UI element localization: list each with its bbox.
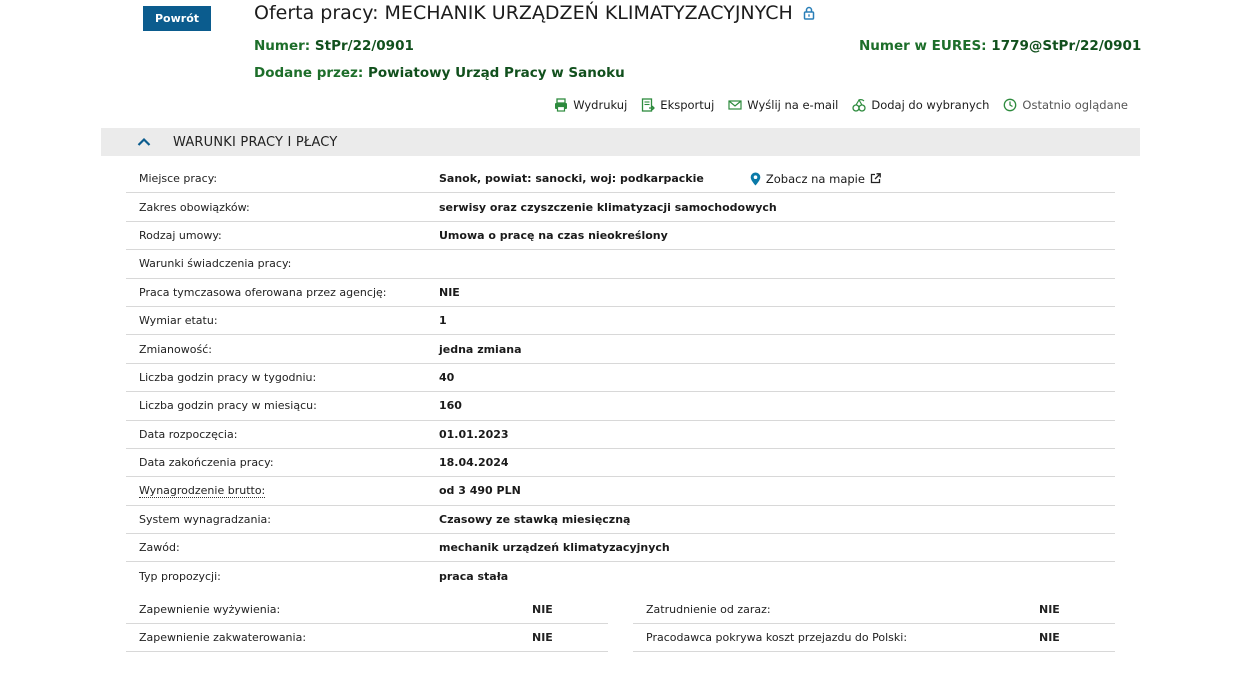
- housing-label: Zapewnienie zakwaterowania:: [139, 631, 307, 644]
- eures-number: Numer w EURES: 1779@StPr/22/0901: [859, 38, 1141, 54]
- row-value: od 3 490 PLN: [439, 484, 521, 498]
- eures-number-key: Numer w EURES:: [859, 38, 987, 54]
- row-value: 01.01.2023: [439, 427, 509, 441]
- salary-label[interactable]: Wynagrodzenie brutto:: [126, 484, 439, 499]
- back-button[interactable]: Powrót: [143, 6, 211, 31]
- recently-viewed-button[interactable]: Ostatnio oglądane: [1003, 98, 1128, 112]
- table-row: Liczba godzin pracy w miesiącu: 160: [126, 392, 1115, 421]
- table-row: System wynagradzania: Czasowy ze stawką …: [126, 506, 1115, 535]
- table-row: Wymiar etatu: 1: [126, 307, 1115, 336]
- email-button[interactable]: Wyślij na e-mail: [728, 98, 838, 112]
- row-label: Zakres obowiązków:: [139, 200, 250, 214]
- section-title: WARUNKI PRACY I PŁACY: [173, 134, 338, 150]
- immediate-label: Zatrudnienie od zaraz:: [646, 603, 771, 616]
- row-value: Umowa o pracę na czas nieokreślony: [439, 228, 668, 242]
- row-value: serwisy oraz czyszczenie klimatyzacji sa…: [439, 200, 777, 214]
- row-label: Liczba godzin pracy w miesiącu:: [139, 399, 317, 413]
- print-button[interactable]: Wydrukuj: [554, 98, 627, 112]
- offer-number-value: StPr/22/0901: [314, 38, 414, 54]
- travel-row: Pracodawca pokrywa koszt przejazdu do Po…: [633, 624, 1115, 652]
- recently-viewed-label: Ostatnio oglądane: [1022, 98, 1128, 112]
- row-value: Czasowy ze stawką miesięczną: [439, 512, 631, 526]
- travel-label: Pracodawca pokrywa koszt przejazdu do Po…: [646, 631, 908, 644]
- offer-number-key: Numer:: [254, 38, 311, 54]
- immediate-row: Zatrudnienie od zaraz: NIE: [633, 596, 1115, 624]
- immediate-value: NIE: [1039, 603, 1060, 616]
- added-by-key: Dodane przez:: [254, 65, 364, 81]
- chevron-up-icon: [137, 137, 151, 146]
- row-label: Data zakończenia pracy:: [139, 456, 274, 470]
- external-link-icon: [870, 173, 881, 184]
- row-value: NIE: [439, 285, 460, 299]
- table-row: Data rozpoczęcia: 01.01.2023: [126, 421, 1115, 449]
- table-row: Wynagrodzenie brutto: od 3 490 PLN: [126, 477, 1115, 506]
- row-value: 18.04.2024: [439, 456, 509, 470]
- row-label: Zawód:: [139, 541, 180, 555]
- travel-value: NIE: [1039, 631, 1060, 644]
- cherries-icon: [852, 98, 866, 112]
- map-link-label: Zobacz na mapie: [765, 171, 865, 186]
- table-row: Zawód: mechanik urządzeń klimatyzacyjnyc…: [126, 534, 1115, 563]
- row-label: Typ propozycji:: [139, 570, 221, 584]
- row-value: praca stała: [439, 570, 509, 584]
- table-row: Rodzaj umowy: Umowa o pracę na czas nieo…: [126, 222, 1115, 251]
- table-row: Typ propozycji: praca stała: [126, 562, 1115, 590]
- map-link[interactable]: Zobacz na mapie: [750, 172, 881, 186]
- row-label: Zmianowość:: [139, 342, 212, 356]
- map-pin-icon: [750, 172, 761, 186]
- housing-row: Zapewnienie zakwaterowania: NIE: [126, 624, 608, 652]
- offer-title: Oferta pracy: MECHANIK URZĄDZEŃ KLIMATYZ…: [254, 2, 793, 24]
- food-value: NIE: [532, 603, 553, 616]
- food-row: Zapewnienie wyżywienia: NIE: [126, 596, 608, 624]
- row-label: Data rozpoczęcia:: [139, 427, 238, 441]
- clock-icon: [1004, 98, 1017, 112]
- salary-label-text: Wynagrodzenie brutto:: [139, 484, 266, 499]
- row-value: 40: [439, 370, 455, 384]
- printer-icon: [555, 98, 568, 112]
- table-row: Warunki świadczenia pracy:: [126, 250, 1115, 279]
- row-value: jedna zmiana: [439, 342, 522, 356]
- export-icon: [642, 98, 656, 112]
- offer-number: Numer: StPr/22/0901: [254, 38, 414, 54]
- row-value: 1: [439, 314, 447, 328]
- email-label: Wyślij na e-mail: [747, 98, 839, 112]
- export-label: Eksportuj: [660, 98, 715, 112]
- print-label: Wydrukuj: [573, 98, 628, 112]
- add-favorite-button[interactable]: Dodaj do wybranych: [852, 98, 989, 112]
- add-favorite-label: Dodaj do wybranych: [871, 98, 990, 112]
- row-label: Praca tymczasowa oferowana przez agencję…: [139, 285, 387, 299]
- row-value: Sanok, powiat: sanocki, woj: podkarpacki…: [439, 172, 704, 186]
- added-by-value: Powiatowy Urząd Pracy w Sanoku: [368, 65, 625, 81]
- row-value: mechanik urządzeń klimatyzacyjnych: [439, 541, 670, 555]
- work-conditions-table: Miejsce pracy: Sanok, powiat: sanocki, w…: [126, 165, 1115, 591]
- table-row: Zakres obowiązków: serwisy oraz czyszcze…: [126, 193, 1115, 222]
- row-label: Wymiar etatu:: [139, 314, 218, 328]
- row-label: Warunki świadczenia pracy:: [139, 257, 292, 271]
- table-row: Zmianowość: jedna zmiana: [126, 335, 1115, 364]
- page-title: Oferta pracy: MECHANIK URZĄDZEŃ KLIMATYZ…: [254, 2, 815, 24]
- food-label: Zapewnienie wyżywienia:: [139, 603, 281, 616]
- section-header[interactable]: WARUNKI PRACY I PŁACY: [101, 128, 1140, 156]
- export-button[interactable]: Eksportuj: [641, 98, 714, 112]
- action-toolbar: Wydrukuj Eksportuj Wyślij na e-mail Doda…: [554, 98, 1128, 112]
- housing-value: NIE: [532, 631, 553, 644]
- table-row: Liczba godzin pracy w tygodniu: 40: [126, 364, 1115, 393]
- envelope-icon: [728, 100, 742, 110]
- table-row: Data zakończenia pracy: 18.04.2024: [126, 449, 1115, 478]
- row-label: Rodzaj umowy:: [139, 228, 222, 242]
- row-label: Liczba godzin pracy w tygodniu:: [139, 370, 317, 384]
- eures-number-value: 1779@StPr/22/0901: [991, 38, 1142, 54]
- row-label: Miejsce pracy:: [139, 172, 218, 186]
- row-value: 160: [439, 399, 462, 413]
- table-row: Praca tymczasowa oferowana przez agencję…: [126, 279, 1115, 307]
- table-row: Miejsce pracy: Sanok, powiat: sanocki, w…: [126, 165, 1115, 194]
- added-by: Dodane przez: Powiatowy Urząd Pracy w Sa…: [254, 65, 625, 81]
- lock-icon: [803, 6, 815, 20]
- row-label: System wynagradzania:: [139, 512, 271, 526]
